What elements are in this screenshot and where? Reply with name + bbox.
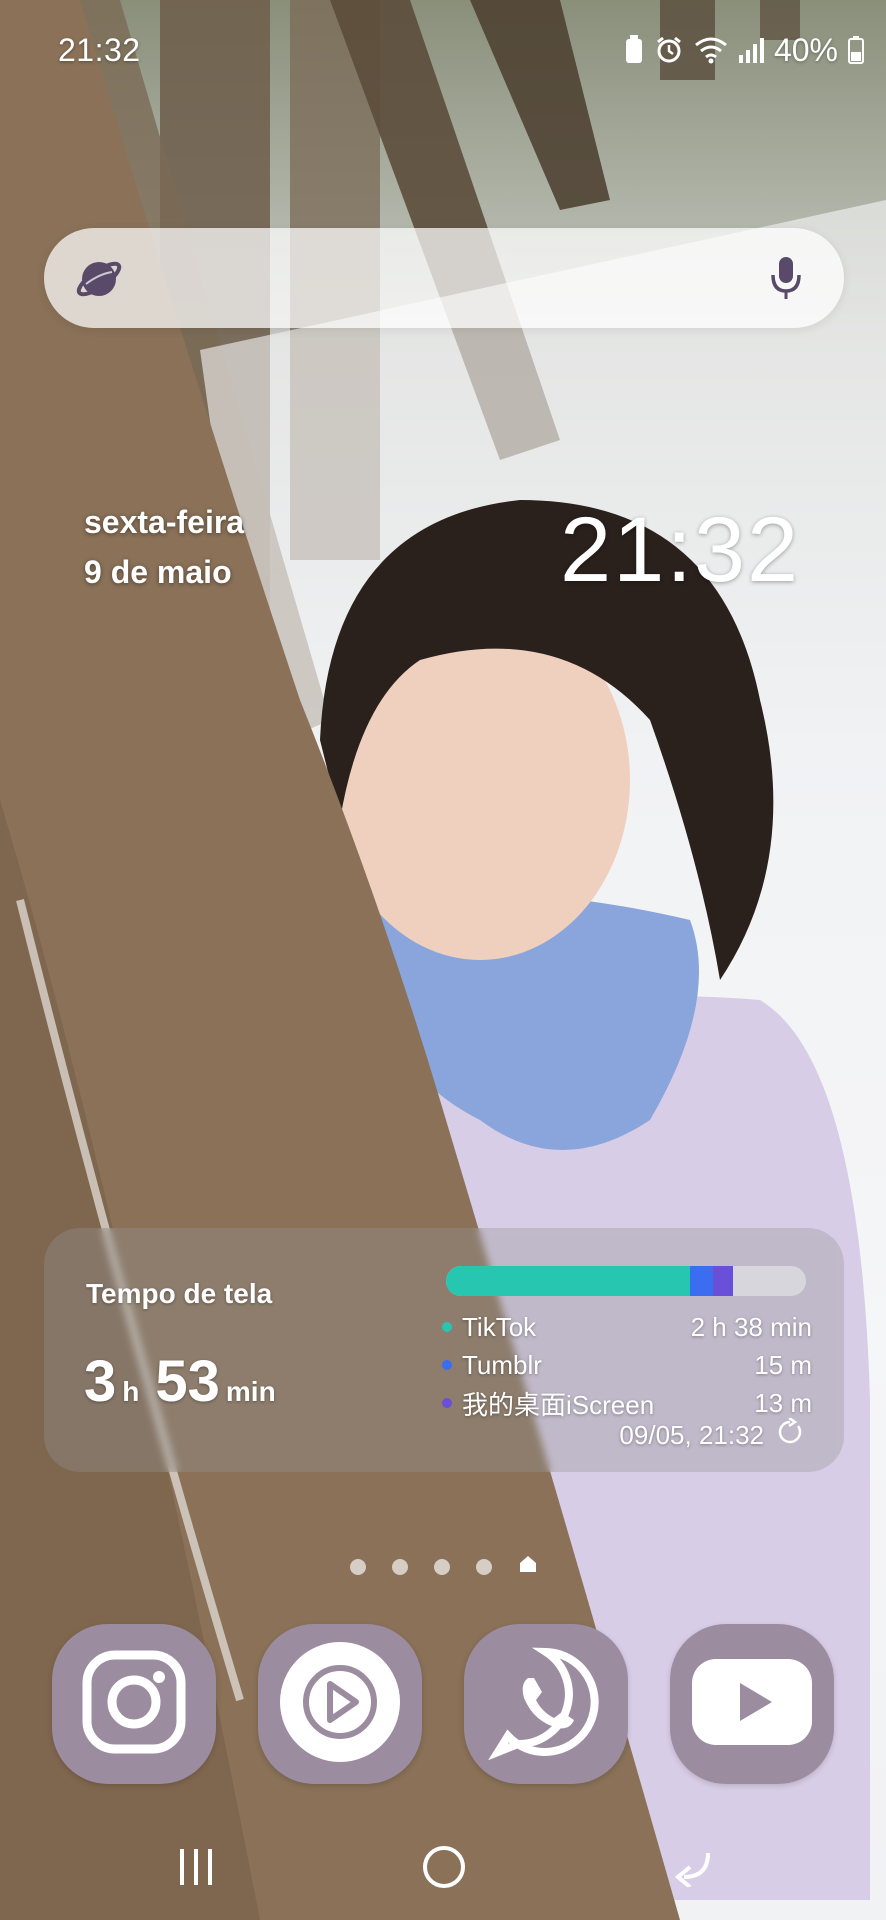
usage-bar-segment <box>690 1266 714 1296</box>
usage-bar-segment <box>713 1266 734 1296</box>
search-bar[interactable] <box>44 228 844 328</box>
page-dot[interactable] <box>434 1558 450 1575</box>
page-dot[interactable] <box>392 1558 408 1575</box>
dock-app-player[interactable] <box>258 1624 422 1784</box>
instagram-icon <box>79 1647 189 1762</box>
recent-apps-icon[interactable] <box>166 1842 226 1892</box>
app-usage-row: 我的桌面iScreen 13 m <box>442 1384 812 1422</box>
battery-percent: 40% <box>773 31 838 68</box>
alarm-icon <box>654 35 684 65</box>
status-icons: 40% <box>624 30 864 70</box>
app-color-dot <box>442 1360 452 1370</box>
clock-widget[interactable]: 21:32 <box>560 498 800 603</box>
updated-row: 09/05, 21:32 <box>619 1416 804 1453</box>
usage-bar-segment <box>446 1266 691 1296</box>
wifi-icon <box>694 36 728 64</box>
app-usage-name: 我的桌面iScreen <box>462 1389 655 1420</box>
screen-time-title: Tempo de tela <box>86 1278 273 1309</box>
battery-saver-icon <box>624 35 644 65</box>
weekday-label: sexta-feira <box>84 504 245 540</box>
total-minutes: 53 <box>155 1349 220 1414</box>
app-usage-time: 13 m <box>754 1387 812 1418</box>
app-usage-name: Tumblr <box>462 1349 542 1380</box>
app-usage-row: Tumblr 15 m <box>442 1346 812 1384</box>
screen-time-total: 3 h 53 min <box>84 1348 286 1415</box>
home-page-indicator-icon[interactable] <box>518 1554 538 1579</box>
page-dot[interactable] <box>476 1558 492 1575</box>
microphone-icon[interactable] <box>768 253 804 303</box>
total-hours: 3 <box>84 1349 117 1414</box>
screen-time-widget[interactable]: Tempo de tela 3 h 53 min TikTok 2 h 38 mi… <box>44 1228 844 1472</box>
date-label: 9 de maio <box>84 554 232 590</box>
dock-app-instagram[interactable] <box>52 1624 216 1784</box>
planet-icon[interactable] <box>74 254 124 304</box>
dock-app-youtube[interactable] <box>670 1624 834 1784</box>
app-color-dot <box>442 1322 452 1332</box>
status-bar: 21:32 40% <box>0 0 886 100</box>
battery-icon <box>848 36 864 64</box>
dock-app-whatsapp[interactable] <box>464 1624 628 1784</box>
app-usage-time: 2 h 38 min <box>690 1311 812 1342</box>
app-usage-list: TikTok 2 h 38 min Tumblr 15 m 我的桌面iScreen 13 … <box>442 1308 812 1422</box>
navigation-bar <box>0 1820 886 1920</box>
app-usage-name: TikTok <box>462 1311 537 1342</box>
page-indicator[interactable] <box>350 1554 538 1579</box>
refresh-icon[interactable] <box>776 1416 804 1453</box>
whatsapp-icon <box>488 1644 604 1765</box>
updated-time: 09/05, 21:32 <box>619 1420 764 1450</box>
status-time: 21:32 <box>58 32 141 68</box>
app-usage-time: 15 m <box>754 1349 812 1380</box>
home-icon[interactable] <box>414 1842 474 1892</box>
app-usage-row: TikTok 2 h 38 min <box>442 1308 812 1346</box>
page-dot[interactable] <box>350 1558 366 1575</box>
usage-bar <box>446 1266 806 1296</box>
app-color-dot <box>442 1398 452 1408</box>
minutes-unit: min <box>225 1376 276 1407</box>
play-circle-icon <box>278 1640 402 1769</box>
signal-icon <box>738 37 764 63</box>
hours-unit: h <box>122 1376 140 1407</box>
back-icon[interactable] <box>662 1842 722 1892</box>
youtube-icon <box>690 1657 814 1752</box>
